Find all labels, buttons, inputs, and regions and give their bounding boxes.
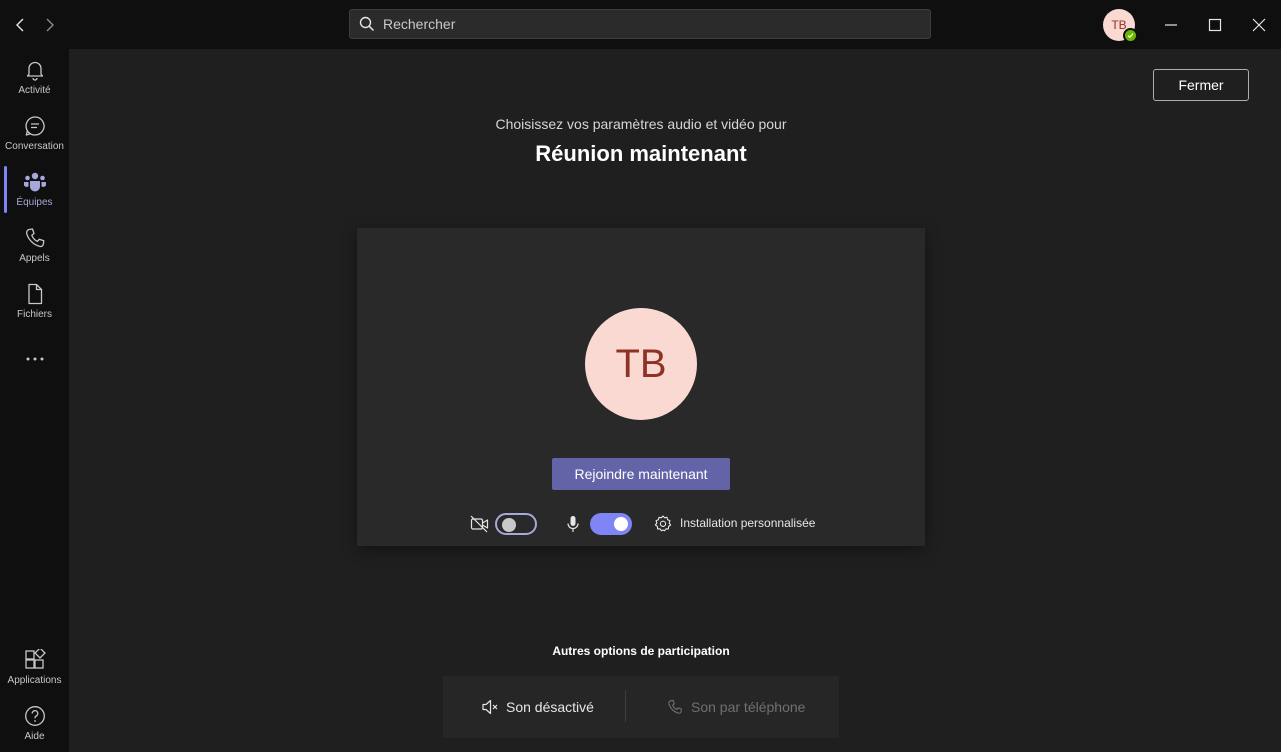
minimize-button[interactable] bbox=[1156, 10, 1186, 40]
camera-toggle[interactable] bbox=[495, 513, 537, 535]
forward-button[interactable] bbox=[40, 14, 60, 36]
search-input[interactable] bbox=[381, 15, 905, 33]
maximize-icon bbox=[1208, 18, 1222, 32]
chat-icon bbox=[23, 114, 47, 138]
rail-item-label: Appels bbox=[19, 253, 50, 264]
maximize-button[interactable] bbox=[1200, 10, 1230, 40]
phone-audio-option[interactable]: Son par téléphone bbox=[667, 676, 805, 738]
app-rail: Activité Conversation Équipes Appels Fic… bbox=[0, 49, 69, 752]
file-icon bbox=[23, 282, 47, 306]
teams-icon bbox=[23, 170, 47, 194]
microphone-icon bbox=[566, 515, 580, 533]
chevron-left-icon bbox=[16, 18, 24, 32]
back-button[interactable] bbox=[10, 14, 30, 36]
gear-icon[interactable] bbox=[654, 515, 672, 533]
rail-item-label: Équipes bbox=[16, 197, 53, 208]
video-preview-panel: TB Rejoindre maintenant Installation per… bbox=[357, 228, 925, 546]
meeting-title: Réunion maintenant bbox=[535, 141, 747, 166]
rail-item-calls[interactable]: Appels bbox=[0, 222, 69, 274]
user-avatar[interactable]: TB bbox=[1103, 9, 1138, 43]
help-icon bbox=[23, 704, 47, 728]
toggle-knob bbox=[502, 518, 516, 532]
toggle-knob bbox=[614, 517, 628, 531]
rail-item-files[interactable]: Fichiers bbox=[0, 278, 69, 330]
other-join-options: Son désactivé Son par téléphone bbox=[443, 676, 839, 738]
microphone-toggle[interactable] bbox=[590, 513, 632, 535]
audio-off-label: Son désactivé bbox=[506, 699, 594, 715]
phone-icon bbox=[668, 699, 682, 714]
rail-item-apps[interactable]: Applications bbox=[0, 644, 69, 696]
more-icon bbox=[23, 349, 47, 369]
presence-available-icon bbox=[1123, 28, 1138, 43]
rail-item-teams[interactable]: Équipes bbox=[0, 166, 69, 218]
prejoin-subtitle: Choisissez vos paramètres audio et vidéo… bbox=[495, 116, 787, 132]
join-now-button[interactable]: Rejoindre maintenant bbox=[552, 458, 730, 490]
search-bar[interactable] bbox=[349, 9, 931, 39]
more-apps-button[interactable] bbox=[0, 345, 69, 369]
rail-item-activity[interactable]: Activité bbox=[0, 54, 69, 106]
camera-off-icon bbox=[470, 515, 490, 533]
custom-setup-link[interactable]: Installation personnalisée bbox=[680, 516, 815, 530]
speaker-muted-icon bbox=[482, 699, 498, 715]
rail-item-label: Activité bbox=[18, 85, 51, 96]
apps-icon bbox=[23, 648, 47, 672]
rail-item-label: Fichiers bbox=[16, 309, 52, 320]
phone-audio-label: Son par téléphone bbox=[691, 699, 806, 715]
rail-item-label: Applications bbox=[7, 675, 62, 686]
search-icon bbox=[359, 16, 375, 32]
audio-off-option[interactable]: Son désactivé bbox=[481, 676, 594, 738]
options-divider bbox=[625, 690, 626, 722]
minimize-icon bbox=[1165, 24, 1177, 26]
close-icon bbox=[1252, 18, 1266, 32]
close-window-button[interactable] bbox=[1244, 10, 1274, 40]
chevron-right-icon bbox=[46, 18, 54, 32]
rail-item-help[interactable]: Aide bbox=[0, 700, 69, 752]
bell-icon bbox=[23, 58, 47, 82]
rail-item-label: Aide bbox=[24, 731, 45, 742]
close-prejoin-button[interactable]: Fermer bbox=[1153, 69, 1249, 101]
preview-avatar-initials: TB bbox=[615, 341, 667, 386]
phone-icon bbox=[23, 226, 47, 250]
title-bar: TB bbox=[0, 0, 1281, 49]
rail-item-label: Conversation bbox=[5, 141, 64, 152]
other-options-title: Autres options de participation bbox=[552, 644, 730, 658]
rail-item-chat[interactable]: Conversation bbox=[0, 110, 69, 162]
preview-avatar: TB bbox=[585, 308, 697, 420]
